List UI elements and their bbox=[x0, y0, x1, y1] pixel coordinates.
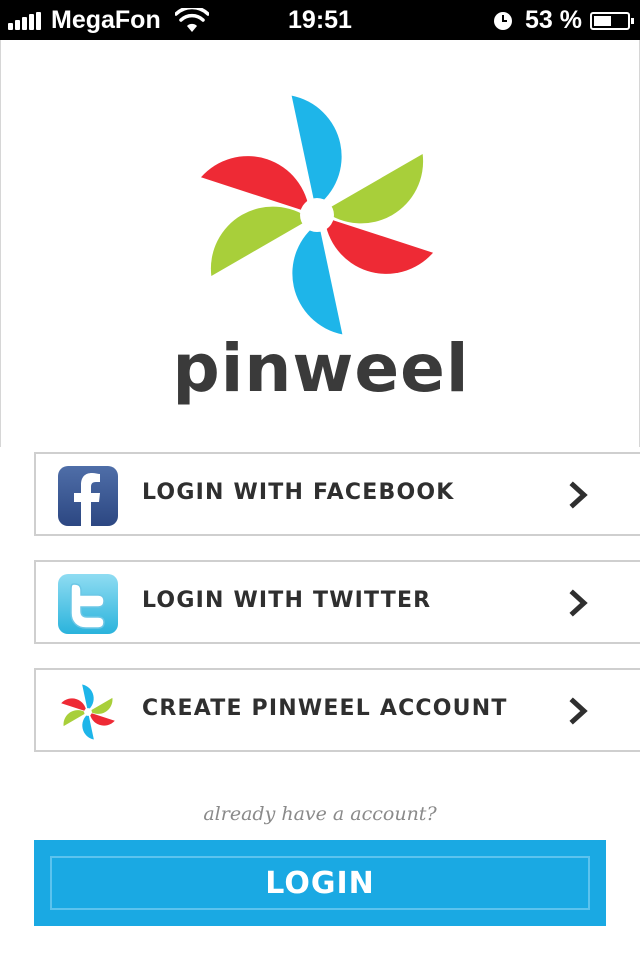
twitter-icon bbox=[58, 574, 118, 634]
create-account-button[interactable]: CREATE PINWEEL ACCOUNT bbox=[34, 668, 640, 752]
already-have-account-text: already have a account? bbox=[203, 803, 437, 825]
pinwheel-blade-red bbox=[324, 217, 434, 274]
login-facebook-button[interactable]: LOGIN WITH FACEBOOK bbox=[34, 452, 640, 536]
pinwheel-blade-red bbox=[61, 698, 87, 712]
facebook-icon bbox=[58, 466, 118, 526]
pinwheel-blade-red bbox=[200, 156, 310, 213]
login-button-label: LOGIN bbox=[50, 856, 590, 910]
pinwheel-blade-red bbox=[89, 712, 115, 726]
hero-logo-area: pinweel bbox=[0, 40, 640, 447]
login-button[interactable]: LOGIN bbox=[34, 840, 606, 926]
option-label: CREATE PINWEEL ACCOUNT bbox=[142, 696, 508, 721]
chevron-right-icon bbox=[569, 589, 588, 617]
battery-icon bbox=[590, 11, 634, 30]
app-wordmark: pinweel bbox=[172, 330, 470, 407]
option-label: LOGIN WITH TWITTER bbox=[142, 588, 432, 613]
login-twitter-button[interactable]: LOGIN WITH TWITTER bbox=[34, 560, 640, 644]
status-bar: MegaFon 19:51 53 % bbox=[0, 0, 640, 40]
pinweel-logo-icon bbox=[200, 95, 434, 335]
clock-icon bbox=[494, 11, 513, 30]
chevron-right-icon bbox=[569, 697, 588, 725]
battery-percentage: 53 % bbox=[525, 6, 582, 34]
pinweel-icon bbox=[61, 684, 115, 740]
chevron-right-icon bbox=[569, 481, 588, 509]
status-right: 53 % bbox=[493, 6, 634, 35]
option-label: LOGIN WITH FACEBOOK bbox=[142, 480, 455, 505]
battery-level bbox=[594, 15, 611, 26]
